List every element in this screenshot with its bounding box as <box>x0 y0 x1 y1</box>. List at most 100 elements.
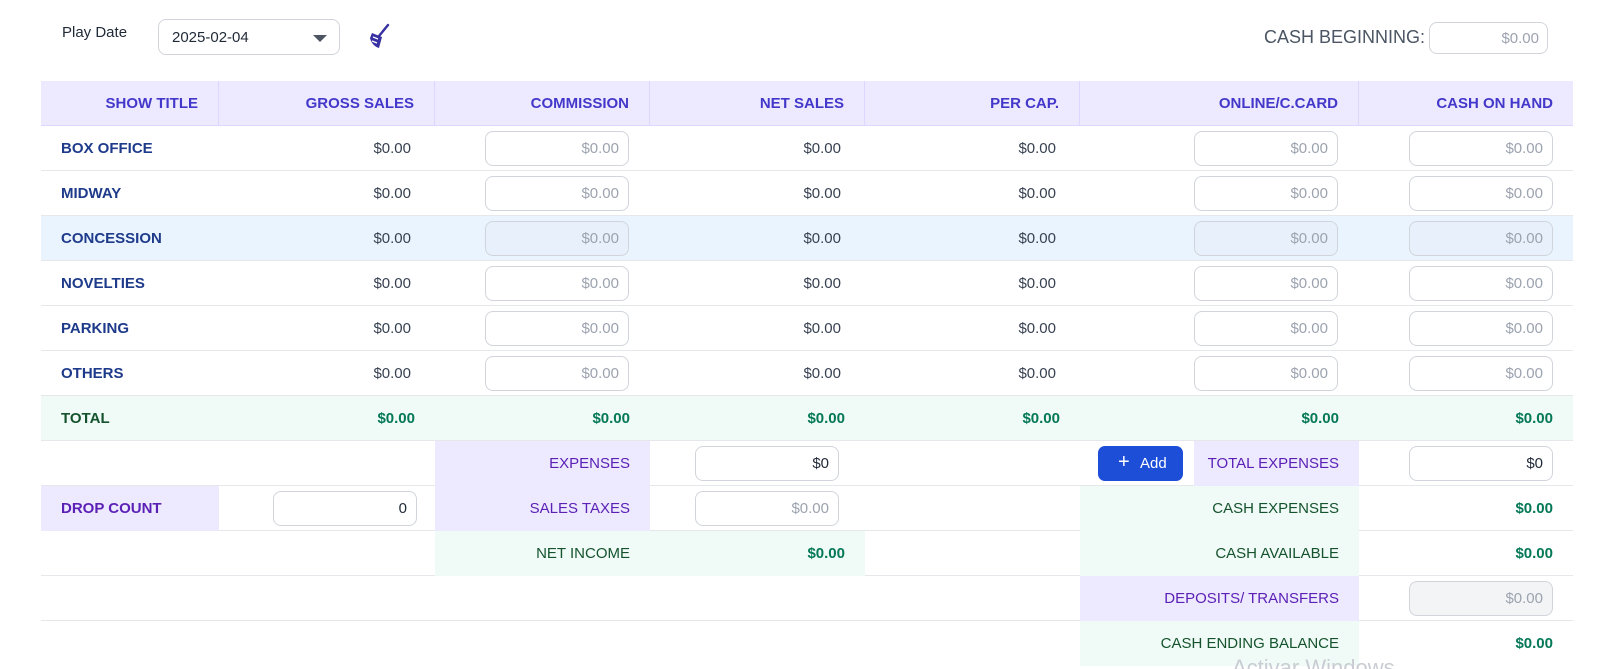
deposits-transfers-value: $0.00 <box>1505 590 1543 607</box>
plus-icon: + <box>1118 451 1130 473</box>
cash-on-hand-value: $0.00 <box>1505 275 1543 292</box>
cash-on-hand-value: $0.00 <box>1505 230 1543 247</box>
commission-value: $0.00 <box>581 185 619 202</box>
table-row: CONCESSION $0.00 $0.00 $0.00 $0.00 $0.00… <box>41 216 1573 261</box>
commission-input[interactable]: $0.00 <box>485 266 629 301</box>
sales-taxes-label: SALES TAXES <box>435 486 650 531</box>
cash-beginning-label: CASH BEGINNING: <box>1264 27 1426 47</box>
total-gross-sales: $0.00 <box>377 410 415 427</box>
total-net-sales: $0.00 <box>807 410 845 427</box>
online-card-value: $0.00 <box>1290 185 1328 202</box>
net-income-row: NET INCOME $0.00 CASH AVAILABLE $0.00 <box>41 531 1573 576</box>
add-button-label: Add <box>1140 455 1167 472</box>
per-cap-value: $0.00 <box>1018 230 1056 247</box>
cash-on-hand-value: $0.00 <box>1505 140 1543 157</box>
cash-expenses-label: CASH EXPENSES <box>1080 486 1359 531</box>
online-card-value: $0.00 <box>1290 230 1328 247</box>
commission-input[interactable]: $0.00 <box>485 131 629 166</box>
table-row: BOX OFFICE $0.00 $0.00 $0.00 $0.00 $0.00… <box>41 126 1573 171</box>
per-cap-value: $0.00 <box>1018 275 1056 292</box>
online-card-input[interactable]: $0.00 <box>1194 266 1338 301</box>
play-date-select[interactable]: 2025-02-04 <box>158 19 340 55</box>
play-date-value: 2025-02-04 <box>172 29 249 46</box>
online-card-input[interactable]: $0.00 <box>1194 356 1338 391</box>
online-card-value: $0.00 <box>1290 275 1328 292</box>
table-row: OTHERS $0.00 $0.00 $0.00 $0.00 $0.00 $0.… <box>41 351 1573 396</box>
gross-sales-value: $0.00 <box>373 320 411 337</box>
online-card-value: $0.00 <box>1290 365 1328 382</box>
broom-icon[interactable] <box>366 22 396 52</box>
cash-on-hand-input[interactable]: $0.00 <box>1409 311 1553 346</box>
expenses-input[interactable]: $0 <box>695 446 839 481</box>
sales-taxes-value: $0.00 <box>791 500 829 517</box>
commission-input[interactable]: $0.00 <box>485 221 629 256</box>
per-cap-value: $0.00 <box>1018 140 1056 157</box>
row-title: BOX OFFICE <box>61 140 153 157</box>
sales-taxes-input[interactable]: $0.00 <box>695 491 839 526</box>
net-sales-value: $0.00 <box>803 365 841 382</box>
row-title: CONCESSION <box>61 230 162 247</box>
commission-input[interactable]: $0.00 <box>485 176 629 211</box>
cash-on-hand-value: $0.00 <box>1505 185 1543 202</box>
gross-sales-value: $0.00 <box>373 275 411 292</box>
header-net-sales: NET SALES <box>650 81 865 126</box>
net-sales-value: $0.00 <box>803 140 841 157</box>
drop-count-input[interactable]: 0 <box>273 491 417 526</box>
header-gross-sales: GROSS SALES <box>219 81 435 126</box>
table-row: NOVELTIES $0.00 $0.00 $0.00 $0.00 $0.00 … <box>41 261 1573 306</box>
cash-beginning-input[interactable]: $0.00 <box>1429 22 1548 54</box>
cash-on-hand-input[interactable]: $0.00 <box>1409 356 1553 391</box>
commission-value: $0.00 <box>581 230 619 247</box>
net-income-label: NET INCOME <box>435 531 650 576</box>
header-online-card: ONLINE/C.CARD <box>1080 81 1359 126</box>
header-per-cap: PER CAP. <box>865 81 1080 126</box>
per-cap-value: $0.00 <box>1018 320 1056 337</box>
total-expenses-value: $0 <box>1526 455 1543 472</box>
online-card-value: $0.00 <box>1290 320 1328 337</box>
online-card-input[interactable]: $0.00 <box>1194 311 1338 346</box>
online-card-input[interactable]: $0.00 <box>1194 131 1338 166</box>
table-row: PARKING $0.00 $0.00 $0.00 $0.00 $0.00 $0… <box>41 306 1573 351</box>
commission-input[interactable]: $0.00 <box>485 311 629 346</box>
gross-sales-value: $0.00 <box>373 185 411 202</box>
drop-count-row: DROP COUNT 0 SALES TAXES $0.00 CASH EXPE… <box>41 486 1573 531</box>
total-expenses-input[interactable]: $0 <box>1409 446 1553 481</box>
online-card-input[interactable]: $0.00 <box>1194 221 1338 256</box>
chevron-down-icon <box>313 35 327 42</box>
row-title: MIDWAY <box>61 185 122 202</box>
total-row: TOTAL $0.00 $0.00 $0.00 $0.00 $0.00 $0.0… <box>41 396 1573 441</box>
cash-on-hand-input[interactable]: $0.00 <box>1409 176 1553 211</box>
commission-value: $0.00 <box>581 275 619 292</box>
commission-value: $0.00 <box>581 140 619 157</box>
header-commission: COMMISSION <box>435 81 650 126</box>
row-title: PARKING <box>61 320 130 337</box>
net-sales-value: $0.00 <box>803 185 841 202</box>
total-commission: $0.00 <box>592 410 630 427</box>
commission-value: $0.00 <box>581 320 619 337</box>
drop-count-value: 0 <box>398 500 407 517</box>
cash-beginning-value: $0.00 <box>1501 30 1539 47</box>
net-sales-value: $0.00 <box>803 275 841 292</box>
cash-on-hand-input[interactable]: $0.00 <box>1409 221 1553 256</box>
toolbar: Play Date 2025-02-04 CASH BEGINNING: $0.… <box>0 0 1604 80</box>
online-card-input[interactable]: $0.00 <box>1194 176 1338 211</box>
total-expenses-label: TOTAL EXPENSES <box>1194 441 1359 486</box>
net-income-value: $0.00 <box>650 531 865 576</box>
play-date-label: Play Date <box>62 24 128 41</box>
deposits-transfers-input[interactable]: $0.00 <box>1409 581 1553 616</box>
add-expense-button[interactable]: + Add <box>1098 446 1183 481</box>
total-per-cap: $0.00 <box>1022 410 1060 427</box>
gross-sales-value: $0.00 <box>373 140 411 157</box>
drop-count-label: DROP COUNT <box>41 486 219 531</box>
header-cash-on-hand: CASH ON HAND <box>1436 95 1553 112</box>
deposits-row: DEPOSITS/ TRANSFERS $0.00 <box>41 576 1573 621</box>
commission-input[interactable]: $0.00 <box>485 356 629 391</box>
gross-sales-value: $0.00 <box>373 365 411 382</box>
per-cap-value: $0.00 <box>1018 185 1056 202</box>
cash-on-hand-input[interactable]: $0.00 <box>1409 266 1553 301</box>
commission-value: $0.00 <box>581 365 619 382</box>
per-cap-value: $0.00 <box>1018 365 1056 382</box>
net-sales-value: $0.00 <box>803 320 841 337</box>
cash-on-hand-input[interactable]: $0.00 <box>1409 131 1553 166</box>
row-title: NOVELTIES <box>61 275 145 292</box>
